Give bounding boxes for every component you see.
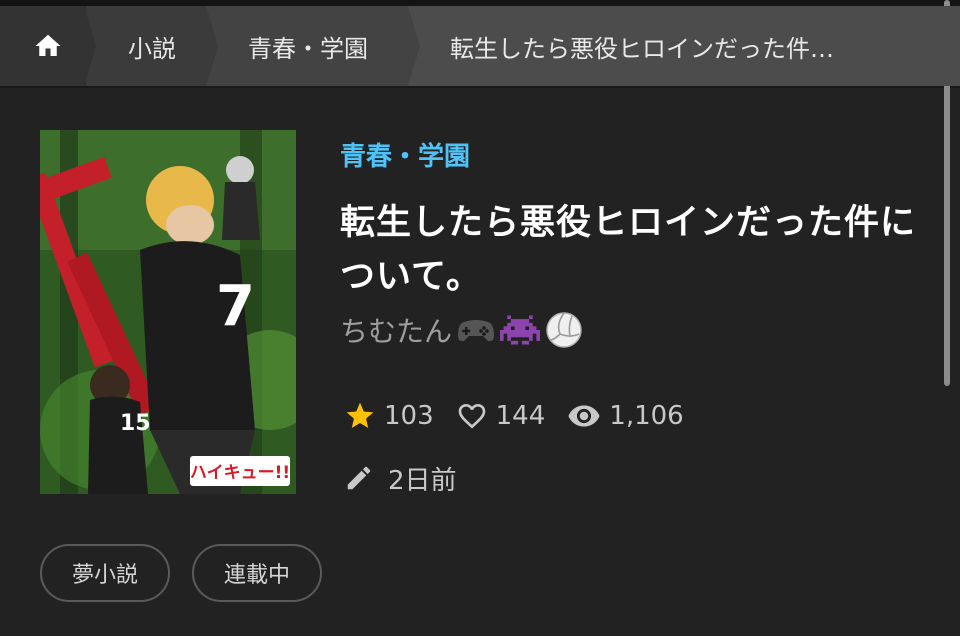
pencil-icon	[347, 466, 371, 490]
space-invader-icon	[500, 315, 541, 345]
tag-serializing[interactable]: 連載中	[192, 544, 323, 602]
cover-image[interactable]: 7 15 ハイキュー!!	[40, 130, 296, 494]
volleyball-icon	[546, 312, 582, 348]
author-link[interactable]: ちむたん	[340, 306, 584, 354]
breadcrumb-label: 青春・学園	[248, 34, 368, 63]
breadcrumb-current[interactable]: 転生したら悪役ヒロインだった件…	[408, 6, 960, 86]
tag-list: 夢小説 連載中	[40, 544, 323, 602]
genre-link[interactable]: 青春・学園	[340, 136, 470, 173]
breadcrumb-label: 小説	[128, 34, 176, 63]
last-updated: 2日前	[344, 456, 457, 500]
breadcrumb-novel[interactable]: 小説	[86, 6, 218, 86]
like-count: 144	[495, 401, 546, 431]
header-divider	[0, 86, 960, 88]
author-name: ちむたん	[340, 315, 453, 348]
view-count: 1,106	[609, 401, 684, 431]
home-icon	[33, 31, 63, 61]
stats-row: 103 144 1,106	[344, 394, 706, 438]
novel-title: 転生したら悪役ヒロインだった件について。	[340, 203, 917, 297]
tag-dream-novel[interactable]: 夢小説	[40, 544, 171, 602]
updated-text: 2日前	[388, 465, 457, 496]
cover-jersey-number-2: 15	[120, 411, 151, 436]
like-stat[interactable]: 144	[456, 400, 546, 432]
heart-outline-icon	[458, 404, 485, 429]
breadcrumb-genre[interactable]: 青春・学園	[206, 6, 420, 86]
star-count: 103	[384, 401, 434, 431]
game-controller-icon	[458, 320, 495, 342]
star-stat[interactable]: 103	[344, 400, 434, 432]
cover-logo: ハイキュー!!	[190, 463, 290, 483]
breadcrumb-label: 転生したら悪役ヒロインだった件…	[450, 34, 834, 63]
breadcrumb-home[interactable]	[0, 6, 96, 86]
eye-icon	[568, 405, 600, 427]
cover-jersey-number: 7	[216, 274, 255, 339]
breadcrumb: 小説 青春・学園 転生したら悪役ヒロインだった件…	[0, 6, 960, 86]
view-stat: 1,106	[567, 399, 684, 433]
star-icon	[346, 402, 374, 428]
